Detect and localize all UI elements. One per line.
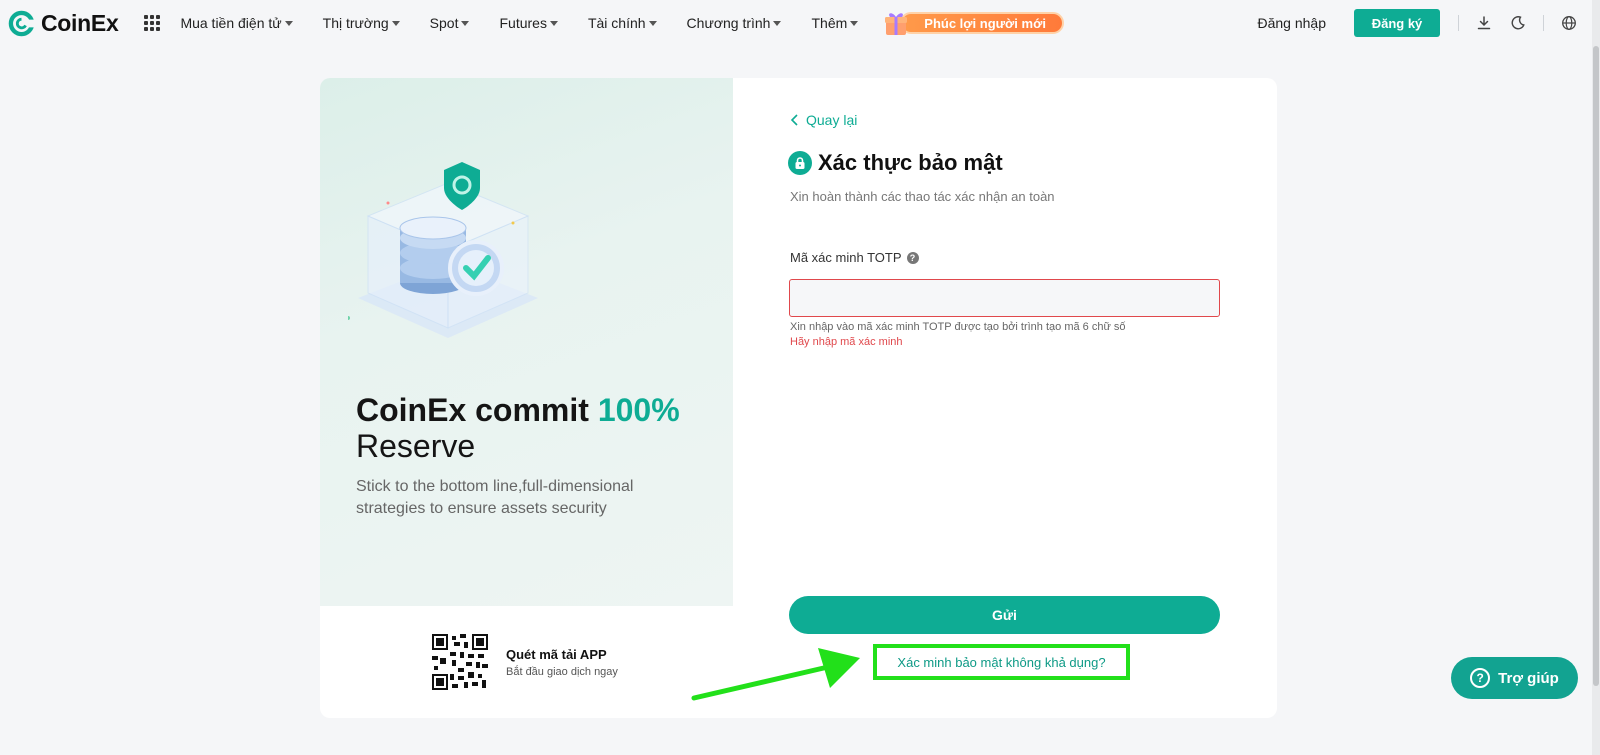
reserve-shield-illustration <box>348 162 538 338</box>
main-nav: Mua tiền điện tử Thị trường Spot Futures… <box>180 9 1064 37</box>
security-unavailable-link[interactable]: Xác minh bảo mật không khả dụng? <box>873 644 1130 680</box>
qr-title: Quét mã tải APP <box>506 646 607 662</box>
question-circle-icon: ? <box>1470 668 1491 688</box>
totp-label-text: Mã xác minh TOTP <box>790 250 902 265</box>
promo-title-line2: Reserve <box>356 428 476 464</box>
form-title: Xác thực bảo mật <box>788 150 1003 176</box>
back-label: Quay lại <box>806 112 858 128</box>
scrollbar-thumb[interactable] <box>1593 46 1599 686</box>
totp-hint: Xin nhập vào mã xác minh TOTP được tạo b… <box>790 321 1126 333</box>
nav-markets[interactable]: Thị trường <box>323 15 400 31</box>
page-scrollbar[interactable] <box>1592 0 1600 755</box>
nav-buy-crypto[interactable]: Mua tiền điện tử <box>180 15 293 31</box>
nav-label: Spot <box>429 15 459 31</box>
form-title-text: Xác thực bảo mật <box>818 150 1003 175</box>
caret-down-icon <box>461 20 470 26</box>
submit-button[interactable]: Gửi <box>789 596 1220 634</box>
nav-label: Futures <box>499 15 547 31</box>
caret-down-icon <box>648 20 657 26</box>
logo-text: CoinEx <box>41 9 119 36</box>
header-divider <box>1458 15 1459 31</box>
lock-icon <box>788 151 812 175</box>
header-actions: Đăng nhập Đăng ký <box>1257 0 1600 46</box>
promo-title-accent: 100% <box>597 392 680 428</box>
security-verification-card: CoinEx commit 100% Reserve Stick to the … <box>320 78 1277 718</box>
totp-input[interactable] <box>789 279 1220 317</box>
login-link[interactable]: Đăng nhập <box>1257 15 1326 31</box>
coinex-logo[interactable]: CoinEx <box>8 9 119 37</box>
promo-title: CoinEx commit 100% <box>356 392 716 428</box>
caret-down-icon <box>850 20 859 26</box>
header-divider <box>1543 15 1544 31</box>
nav-label: Tài chính <box>587 15 646 31</box>
gift-icon <box>885 13 908 35</box>
form-subtitle: Xin hoàn thành các thao tác xác nhận an … <box>790 189 1055 204</box>
caret-down-icon <box>549 20 558 26</box>
nav-label: Thêm <box>811 15 848 31</box>
nav-finance[interactable]: Tài chính <box>588 15 657 31</box>
promo-panel: CoinEx commit 100% Reserve Stick to the … <box>320 78 733 606</box>
question-icon[interactable]: ? <box>906 251 919 264</box>
top-navigation-bar: CoinEx Mua tiền điện tử Thị trường Spot … <box>0 0 1600 46</box>
coinex-logo-icon <box>8 10 35 36</box>
nav-more[interactable]: Thêm <box>811 15 859 31</box>
annotation-arrow-icon <box>691 648 860 701</box>
qr-subtitle: Bắt đầu giao dịch ngay <box>506 665 618 678</box>
caret-down-icon <box>391 20 400 26</box>
help-label: Trợ giúp <box>1498 669 1559 687</box>
nav-futures[interactable]: Futures <box>499 15 558 31</box>
nav-label: Thị trường <box>322 15 389 31</box>
promo-title-main: CoinEx commit <box>356 392 598 428</box>
help-button[interactable]: ? Trợ giúp <box>1451 657 1578 699</box>
globe-icon[interactable] <box>1560 14 1578 32</box>
nav-label: Mua tiền điện tử <box>180 15 282 31</box>
promo-label: Phúc lợi người mới <box>900 12 1064 34</box>
back-link[interactable]: Quay lại <box>790 112 857 128</box>
app-download-qr: Quét mã tải APP Bắt đầu giao dịch ngay <box>432 634 618 690</box>
totp-error: Hãy nhập mã xác minh <box>790 336 903 348</box>
promo-subtitle: Stick to the bottom line,full-dimensiona… <box>356 478 634 517</box>
chevron-left-icon <box>790 114 798 126</box>
qr-text: Quét mã tải APP Bắt đầu giao dịch ngay <box>506 647 618 678</box>
caret-down-icon <box>284 20 293 26</box>
moon-icon[interactable] <box>1509 14 1527 32</box>
new-user-promo-button[interactable]: Phúc lợi người mới <box>882 9 1064 37</box>
nav-label: Chương trình <box>686 15 771 31</box>
nav-programs[interactable]: Chương trình <box>687 15 782 31</box>
register-button[interactable]: Đăng ký <box>1354 9 1440 37</box>
apps-grid-icon[interactable] <box>144 15 161 31</box>
caret-down-icon <box>773 20 782 26</box>
download-icon[interactable] <box>1475 14 1493 32</box>
nav-spot[interactable]: Spot <box>430 15 470 31</box>
totp-field-label: Mã xác minh TOTP ? <box>790 250 919 265</box>
qr-code-icon <box>432 634 488 690</box>
